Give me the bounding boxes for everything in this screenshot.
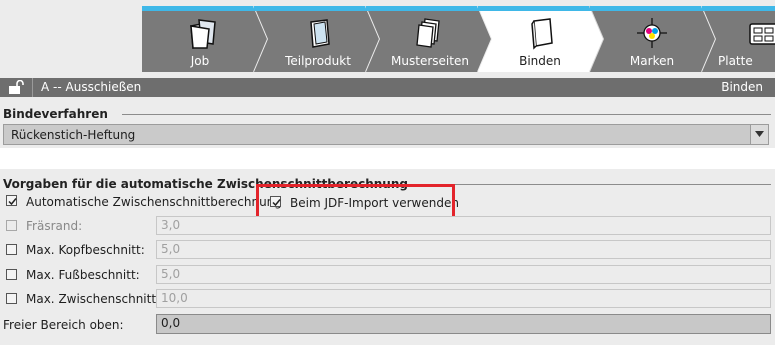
title-section-label: Binden — [721, 80, 763, 94]
tab-marken-label: Marken — [629, 54, 675, 68]
lock-button[interactable] — [0, 78, 33, 97]
chevron-down-icon — [755, 131, 764, 137]
freier-bereich-input[interactable]: 0,0 — [156, 314, 771, 334]
fraesrand-label: Fräsrand: — [26, 219, 83, 233]
zwischenschnitt-checkbox[interactable] — [6, 293, 17, 304]
stacked-pages-icon — [416, 18, 440, 48]
unlock-icon — [9, 80, 24, 94]
book-icon — [310, 19, 330, 48]
bindeverfahren-select[interactable]: Rückenstich-Heftung — [3, 124, 769, 145]
plate-icon — [749, 23, 775, 45]
zwischenschnitt-label: Max. Zwischenschnitt: — [26, 292, 161, 306]
tab-teilprodukt[interactable]: Teilprodukt — [254, 0, 382, 72]
tab-marken[interactable]: Marken — [590, 0, 718, 72]
fraesrand-checkbox[interactable] — [6, 220, 17, 231]
tab-binden-label: Binden — [519, 54, 561, 68]
tab-platte-label: Platte — [718, 54, 753, 68]
title-bar: A -- Ausschießen Binden — [0, 78, 775, 97]
kopfbeschnitt-checkbox[interactable] — [6, 244, 17, 255]
tab-musterseiten[interactable]: Musterseiten — [366, 0, 494, 72]
highlight-frame — [256, 184, 455, 219]
fraesrand-input[interactable]: 3,0 — [156, 216, 771, 235]
dropdown-button[interactable] — [750, 125, 768, 144]
auto-calc-label: Automatische Zwischenschnittberechnung — [26, 195, 282, 209]
bindeverfahren-heading: Bindeverfahren — [3, 107, 108, 121]
tab-musterseiten-label: Musterseiten — [391, 54, 469, 68]
registration-mark-icon — [637, 18, 667, 48]
fussbeschnitt-checkbox[interactable] — [6, 269, 17, 280]
bindeverfahren-divider — [122, 114, 771, 115]
tab-teilprodukt-label: Teilprodukt — [285, 54, 351, 68]
tab-strip: Job Teilprodukt Musterseiten Binden Mark… — [0, 0, 775, 72]
spacer-band — [0, 148, 775, 169]
kopfbeschnitt-label: Max. Kopfbeschnitt: — [26, 243, 145, 257]
vorgaben-divider — [420, 184, 771, 185]
tab-job-label: Job — [190, 54, 210, 68]
folder-document-icon — [190, 19, 216, 49]
fussbeschnitt-input[interactable]: 5,0 — [156, 265, 771, 284]
bindeverfahren-value: Rückenstich-Heftung — [11, 128, 136, 142]
zwischenschnitt-input[interactable]: 10,0 — [156, 289, 771, 308]
tab-binden[interactable]: Binden — [478, 0, 606, 72]
tab-platte[interactable]: Platte — [702, 0, 775, 72]
tab-job[interactable]: Job — [142, 0, 270, 72]
title-text: A -- Ausschießen — [41, 80, 142, 94]
bound-book-icon — [531, 18, 553, 50]
kopfbeschnitt-input[interactable]: 5,0 — [156, 240, 771, 259]
auto-calc-checkbox[interactable] — [6, 195, 17, 206]
freier-bereich-label: Freier Bereich oben: — [3, 318, 124, 332]
checkmark-icon — [8, 198, 17, 206]
fussbeschnitt-label: Max. Fußbeschnitt: — [26, 268, 140, 282]
